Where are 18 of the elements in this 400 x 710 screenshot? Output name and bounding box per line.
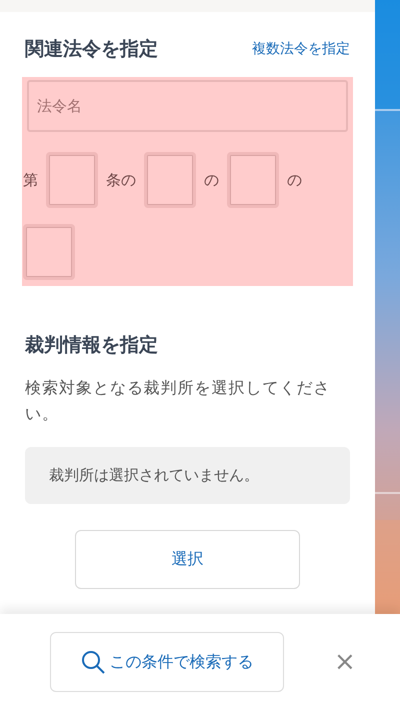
section-title: 裁判情報を指定 [25,334,159,357]
field-label: 条の [106,170,136,191]
section-title: 関連法令を指定 [25,38,158,61]
number-field[interactable] [144,152,196,208]
field-label: の [287,170,302,191]
number-field[interactable] [46,152,98,208]
law-name-field[interactable]: 法令名 [27,80,348,132]
number-field[interactable] [23,224,75,280]
description: 検索対象となる裁判所を選択してください。 [25,376,332,425]
field-label: の [204,170,219,191]
close-button[interactable]: × [330,649,360,675]
link[interactable]: 複数法令を指定 [252,38,350,60]
search-icon [80,650,104,674]
field-label: 第 [23,170,38,191]
select-button[interactable]: 選択 [75,530,300,589]
number-field[interactable] [227,152,279,208]
status-message: 裁判所は選択されていません。 [25,447,350,504]
search-button[interactable]: この条件で検索する [50,632,284,692]
